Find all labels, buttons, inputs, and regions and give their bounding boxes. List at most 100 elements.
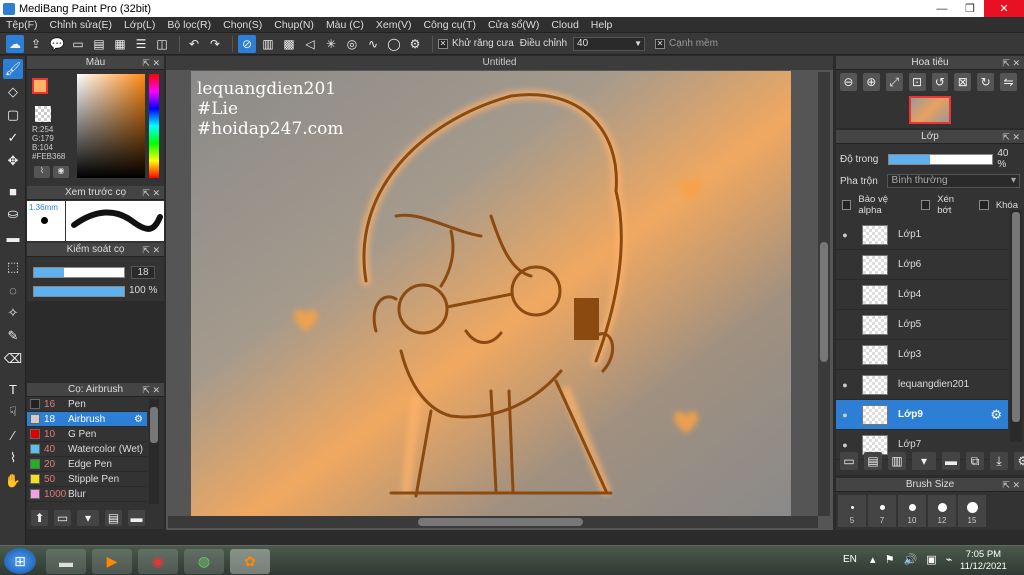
menu-color[interactable]: Màu (C)	[320, 19, 370, 31]
layer-folder-icon[interactable]: ▬	[942, 452, 960, 470]
duplicate-layer-icon[interactable]: ⧉	[966, 452, 984, 470]
app-launcher-icon[interactable]: ◍	[184, 549, 224, 574]
layer-item[interactable]: Lớp4	[836, 280, 1008, 310]
antialias-checkbox[interactable]: ✕	[438, 38, 448, 49]
snap-grid-icon[interactable]: ▩	[280, 35, 298, 53]
layer-item[interactable]: Lớp6	[836, 250, 1008, 280]
layer-add-menu-icon[interactable]: ▾	[912, 452, 936, 470]
brush-tool-icon[interactable]: 🖌	[3, 59, 23, 79]
medibang-taskbar-icon[interactable]: ✿	[230, 549, 270, 574]
maximize-button[interactable]: ❐	[956, 0, 984, 17]
operation-tool-icon[interactable]: ☟	[3, 402, 23, 422]
hand-tool-icon[interactable]: ✋	[3, 471, 23, 491]
fg-color-swatch[interactable]	[32, 78, 48, 94]
protect-alpha-checkbox[interactable]	[842, 200, 852, 210]
layer-item[interactable]: ● Lớp1	[836, 220, 1008, 250]
divide-tool-icon[interactable]: ⁄	[3, 425, 23, 445]
layer-list-scrollbar[interactable]	[1010, 210, 1022, 442]
upload-icon[interactable]: ⇪	[27, 35, 45, 53]
layer-item[interactable]: Lớp3	[836, 340, 1008, 370]
layer-item[interactable]: Lớp5	[836, 310, 1008, 340]
start-button[interactable]: ⊞	[4, 548, 36, 574]
undo-icon[interactable]: ↶	[185, 35, 203, 53]
palette-small-icon[interactable]: ◉	[53, 166, 69, 178]
brush-opacity-slider[interactable]	[33, 286, 125, 297]
brush-size-slider[interactable]	[33, 267, 125, 278]
layer-settings-icon[interactable]: ⚙	[1014, 452, 1024, 470]
visibility-icon[interactable]: ●	[836, 230, 854, 240]
panel-popout-icon[interactable]: ⇱ ✕	[1002, 130, 1020, 144]
drawing-canvas[interactable]: lequangdien201 #Lie #hoidap247.com	[191, 71, 791, 516]
smooth-edge-checkbox[interactable]: ✕	[655, 38, 666, 49]
language-indicator[interactable]: EN	[843, 554, 857, 565]
merge-layer-icon[interactable]: ⤓	[990, 452, 1008, 470]
menu-tools[interactable]: Công cụ(T)	[417, 19, 482, 31]
snap-ellipse-icon[interactable]: ◯	[385, 35, 403, 53]
menu-file[interactable]: Tệp(F)	[0, 19, 44, 31]
document-icon[interactable]: ▤	[90, 35, 108, 53]
new-layer-icon[interactable]: ▭	[840, 452, 858, 470]
close-button[interactable]: ✕	[984, 0, 1024, 17]
lasso-icon[interactable]: ◌	[3, 280, 23, 300]
minimize-button[interactable]: —	[928, 0, 956, 17]
brush-item[interactable]: 50 Stipple Pen	[27, 472, 147, 487]
redo-icon[interactable]: ↷	[206, 35, 224, 53]
brush-size-preset[interactable]: 12	[928, 495, 956, 527]
menu-view[interactable]: Xem(V)	[370, 19, 418, 31]
fit-icon[interactable]: ⤢	[885, 73, 903, 91]
snap-radial-icon[interactable]: ✳	[322, 35, 340, 53]
select-pen-icon[interactable]: ✎	[3, 326, 23, 346]
bucket-tool-icon[interactable]: ⛀	[3, 204, 23, 224]
rotate-left-icon[interactable]: ↺	[931, 73, 949, 91]
flip-icon[interactable]: ⇋	[1000, 73, 1017, 91]
move-tool-icon[interactable]: ✥	[3, 151, 23, 171]
brush-item[interactable]: 40 Watercolor (Wet)	[27, 442, 147, 457]
snap-circle-icon[interactable]: ◎	[343, 35, 361, 53]
rectangle-tool-icon[interactable]: ▢	[3, 105, 23, 125]
check-tool-icon[interactable]: ✓	[3, 128, 23, 148]
grid-settings-icon[interactable]: ▦	[111, 35, 129, 53]
menu-window[interactable]: Cửa sổ(W)	[482, 19, 545, 31]
brush-size-preset[interactable]: 7	[868, 495, 896, 527]
snap-curve-icon[interactable]: ∿	[364, 35, 382, 53]
brush-item[interactable]: 10 G Pen	[27, 427, 147, 442]
saturation-value-box[interactable]	[77, 74, 145, 178]
gear-icon[interactable]: ⚙	[134, 414, 143, 425]
visibility-icon[interactable]: ●	[836, 440, 854, 450]
file-explorer-icon[interactable]: ▬	[46, 549, 86, 574]
brush-item[interactable]: 18 Airbrush ⚙	[27, 412, 147, 427]
brush-list-scrollbar[interactable]	[149, 399, 159, 504]
blend-mode-select[interactable]: Bình thường ▾	[887, 174, 1020, 188]
zoom-out-icon[interactable]: ⊖	[840, 73, 857, 91]
panel-popout-icon[interactable]: ⇱ ✕	[142, 383, 160, 397]
media-player-icon[interactable]: ▶	[92, 549, 132, 574]
lock-checkbox[interactable]	[979, 200, 989, 210]
eyedropper-small-icon[interactable]: ⌇	[34, 166, 50, 178]
panel-popout-icon[interactable]: ⇱ ✕	[142, 186, 160, 200]
adjust-select[interactable]: 40 ▼	[573, 36, 646, 51]
actual-size-icon[interactable]: ⊡	[908, 73, 926, 91]
canvas-horizontal-scrollbar[interactable]	[168, 516, 818, 528]
new-file-icon[interactable]: ▭	[69, 35, 87, 53]
select-eraser-icon[interactable]: ⌫	[3, 349, 23, 369]
clip-checkbox[interactable]	[920, 200, 931, 210]
fill-rect-tool-icon[interactable]: ■	[3, 181, 23, 201]
menu-snap[interactable]: Chụp(N)	[268, 19, 320, 31]
brush-settings-icon[interactable]: ▤	[105, 510, 122, 526]
brush-item[interactable]: 1000 Blur	[27, 487, 147, 502]
navigator-thumbnail[interactable]	[909, 96, 951, 124]
text-tool-icon[interactable]: T	[3, 379, 23, 399]
reset-rotation-icon[interactable]: ⊠	[954, 73, 972, 91]
menu-layer[interactable]: Lớp(L)	[118, 19, 161, 31]
panel-popout-icon[interactable]: ⇱ ✕	[1002, 56, 1020, 70]
brush-size-preset[interactable]: 15	[958, 495, 986, 527]
brush-folder-icon[interactable]: ▬	[128, 510, 145, 526]
clock[interactable]: 7:05 PM 11/12/2021	[960, 549, 1007, 573]
layer-opacity-slider[interactable]	[887, 153, 994, 165]
snap-off-icon[interactable]: ⊘	[238, 34, 256, 53]
menu-select[interactable]: Chọn(S)	[217, 19, 268, 31]
panel-popout-icon[interactable]: ⇱ ✕	[142, 56, 160, 70]
snap-settings-icon[interactable]: ⚙	[406, 35, 424, 53]
panel-popout-icon[interactable]: ⇱ ✕	[1002, 478, 1020, 492]
layer-list-icon[interactable]: ☰	[132, 35, 150, 53]
